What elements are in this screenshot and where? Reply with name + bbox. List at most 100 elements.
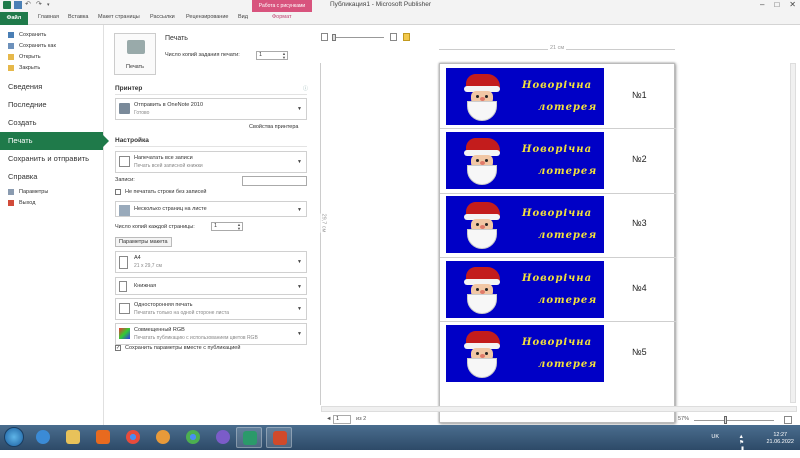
ticket-title: Новорічна [522,208,593,219]
horizontal-scrollbar[interactable] [321,406,797,412]
ticket-title: Новорічна [522,144,593,155]
chevron-down-icon: ▼ [297,284,302,290]
ticket-subtitle: лотерея [538,166,598,177]
print-title: Печать [165,35,188,42]
no-blank-label: Не печатать строки без записей [125,189,207,195]
preview-slider[interactable] [332,33,384,41]
taskbar-app[interactable] [90,427,116,448]
paper-size-select[interactable]: A4 21 x 29,7 см ▼ [115,251,307,273]
taskbar-app[interactable] [210,427,236,448]
vertical-scrollbar[interactable] [790,63,796,403]
fit-page-icon[interactable] [784,416,792,424]
tab-mailings[interactable]: Рассылки [150,14,175,20]
options-icon [8,188,14,195]
tab-view[interactable]: Вид [238,14,248,20]
exit-icon [8,199,14,206]
tab-insert[interactable]: Вставка [68,14,88,20]
paper-title: A4 [134,255,141,261]
page-setup-button[interactable]: Параметры макета [115,237,172,247]
lottery-ticket: Новорічна лотерея [446,261,604,318]
nav-save-send[interactable]: Сохранить и отправить [0,150,103,168]
close-button[interactable]: ✕ [789,0,796,9]
nav-save-as[interactable]: Сохранить как [0,40,103,51]
layout-select[interactable]: Несколько страниц на листе ▼ [115,201,307,217]
start-button[interactable] [4,427,24,447]
taskbar-app[interactable] [180,427,206,448]
printer-properties-link[interactable]: Свойства принтера [249,124,298,130]
santa-claus-image [462,267,504,315]
publisher-logo-icon [3,1,11,9]
nav-close[interactable]: Закрыть [0,62,103,73]
nav-info[interactable]: Сведения [0,78,103,96]
backstage-nav: Сохранить Сохранить как Открыть Закрыть … [0,25,109,425]
nav-open[interactable]: Открыть [0,51,103,62]
sides-select[interactable]: Односторонняя печать Печатать только на … [115,298,307,320]
quick-access-toolbar: ↶ ↷ ▾ [3,1,55,9]
taskbar-app[interactable] [60,427,86,448]
nav-new[interactable]: Создать [0,114,103,132]
tab-format[interactable]: Формат [272,14,292,20]
taskbar-app-active[interactable] [266,427,292,448]
window-title: Публикация1 - Microsoft Publisher [330,1,431,8]
layout-title: Несколько страниц на листе [134,206,207,212]
save-settings-label: Сохранить параметры вместе с публикацией [125,345,241,351]
print-button[interactable]: Печать [114,33,156,75]
customize-qat-icon[interactable]: ▾ [47,1,55,9]
tab-page-layout[interactable]: Макет страницы [98,14,140,20]
tab-file[interactable]: Файл [0,12,28,25]
copies-per-sheet-label: Число копий каждой страницы: [115,224,195,230]
ticket-title: Новорічна [522,337,593,348]
undo-icon[interactable]: ↶ [25,1,33,9]
taskbar-app-active[interactable] [236,427,262,448]
save-settings-checkbox[interactable] [115,345,121,351]
copies-per-sheet-spinner[interactable]: 1 ▲ ▼ [211,222,243,231]
clock[interactable]: 12:27 21.06.2022 [766,432,794,446]
no-blank-checkbox[interactable] [115,189,121,195]
maximize-button[interactable]: □ [774,0,779,9]
color-select[interactable]: Совмещенный RGB Печатать публикацию с ис… [115,323,307,345]
chevron-down-icon: ▼ [297,106,302,112]
page-number-input[interactable]: 1 [333,415,351,424]
nav-save-as-label: Сохранить как [19,42,56,49]
taskbar-app[interactable] [30,427,56,448]
tray-icons[interactable]: ▲ ⚑ ▮ ♪ [739,434,746,458]
zoom-slider[interactable] [694,420,774,421]
nav-recent[interactable]: Последние [0,96,103,114]
orientation-select[interactable]: Книжная ▼ [115,277,307,295]
printer-select[interactable]: Отправить в OneNote 2010 Готово ▼ [115,98,307,120]
info-icon: ⓘ [302,86,308,92]
taskbar-app[interactable] [120,427,146,448]
nav-options[interactable]: Параметры [0,186,103,197]
divider [115,146,307,147]
save-icon[interactable] [14,1,22,9]
print-range-select[interactable]: Напечатать все записи Печать всей записн… [115,151,307,173]
open-folder-icon [8,53,14,60]
slider-knob[interactable] [332,33,336,41]
ticket-subtitle: лотерея [538,230,598,241]
context-tab-picture-tools: Работа с рисунками [252,0,312,12]
redo-icon[interactable]: ↷ [36,1,44,9]
color-subtitle: Печатать публикацию с использованием цве… [134,335,258,341]
prev-page-icon[interactable]: ◄ [326,416,331,422]
tab-review[interactable]: Рецензирование [186,14,228,20]
app-icon-orange [156,430,170,444]
spinner-arrows-icon[interactable]: ▲ ▼ [237,223,241,231]
copies-spinner[interactable]: 1 ▲ ▼ [256,51,288,60]
single-page-icon[interactable] [390,33,397,41]
taskbar-app[interactable] [150,427,176,448]
language-indicator[interactable]: UK [711,434,719,440]
nav-help[interactable]: Справка [0,168,103,186]
nav-print[interactable]: Печать [0,132,109,150]
spinner-arrows-icon[interactable]: ▲ ▼ [282,52,286,60]
ruler-toggle-icon[interactable] [403,33,410,41]
printer-name: Отправить в OneNote 2010 [134,102,204,108]
zoom-slider-knob[interactable] [724,416,727,424]
nav-save[interactable]: Сохранить [0,29,103,40]
page-icon[interactable] [321,33,328,41]
tab-home[interactable]: Главная [38,14,59,20]
nav-exit[interactable]: Выход [0,197,103,208]
preview-status-bar: ◄ 1 из 2 57% [316,415,800,425]
file-explorer-icon [66,430,80,444]
minimize-button[interactable]: – [760,0,764,9]
records-input[interactable] [242,176,307,186]
